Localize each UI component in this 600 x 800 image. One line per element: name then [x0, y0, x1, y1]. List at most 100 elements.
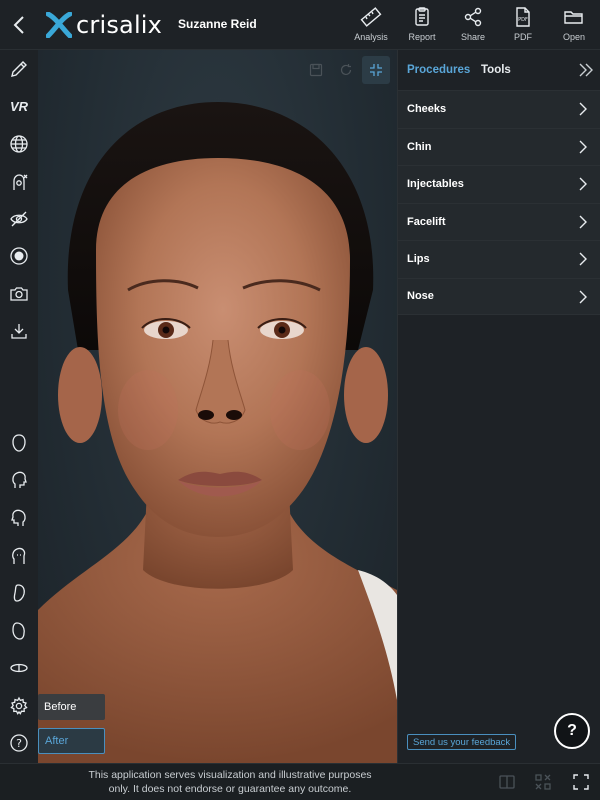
procedure-list: Cheeks Chin Injectables Facelift Lips No… — [398, 90, 600, 315]
chevron-right-icon — [579, 290, 587, 303]
split-view-button[interactable] — [497, 772, 517, 792]
analysis-label: Analysis — [354, 32, 388, 42]
report-button[interactable]: Report — [399, 6, 445, 46]
brand-name: crisalix — [76, 11, 163, 39]
settings-icon — [10, 696, 28, 715]
head-profile-icon — [11, 509, 26, 526]
edit-tool[interactable] — [7, 57, 31, 81]
procedure-label: Nose — [407, 290, 434, 303]
patient-name: Suzanne Reid — [178, 17, 257, 31]
head-rotate-view[interactable] — [7, 656, 31, 680]
layout-grid-icon — [535, 774, 551, 790]
fullscreen-button[interactable] — [571, 772, 591, 792]
save-view-button[interactable] — [302, 56, 330, 84]
face-model-image — [38, 102, 397, 763]
chevron-right-icon — [579, 215, 587, 228]
download-icon — [11, 324, 27, 339]
record-icon — [10, 247, 28, 265]
head-side-view[interactable] — [7, 468, 31, 492]
disclaimer-text: This application serves visualization an… — [70, 768, 390, 796]
camera-icon — [10, 287, 28, 301]
top-bar: crisalix Suzanne Reid Analysis Report Sh… — [0, 0, 600, 50]
refresh-icon — [340, 64, 352, 76]
chevron-left-icon — [13, 16, 24, 34]
download-tool[interactable] — [7, 319, 31, 343]
procedure-label: Injectables — [407, 178, 464, 191]
svg-text:PDF: PDF — [518, 17, 528, 23]
chevron-right-icon — [579, 102, 587, 116]
head-profile-view[interactable] — [7, 506, 31, 530]
help-icon: ? — [10, 734, 28, 752]
vr-icon: VR — [9, 98, 29, 114]
procedure-facelift[interactable]: Facelift — [398, 202, 600, 240]
pdf-file-icon: PDF — [516, 7, 530, 27]
share-icon — [464, 7, 482, 27]
ruler-icon — [360, 7, 382, 27]
share-button[interactable]: Share — [450, 6, 496, 46]
procedure-label: Cheeks — [407, 103, 447, 116]
procedure-chin[interactable]: Chin — [398, 127, 600, 165]
pencil-icon — [11, 61, 27, 77]
double-chevron-right-icon — [579, 63, 593, 77]
clipboard-icon — [415, 7, 429, 26]
back-button[interactable] — [6, 11, 32, 39]
globe-icon — [10, 135, 28, 153]
tab-procedures[interactable]: Procedures — [407, 64, 470, 76]
head-pose-view[interactable] — [7, 544, 31, 568]
folder-icon — [564, 11, 583, 24]
chevron-right-icon — [579, 140, 587, 153]
chevron-right-icon — [579, 177, 587, 191]
crisalix-x-icon — [46, 12, 72, 38]
chevron-right-icon — [579, 252, 587, 266]
feedback-button[interactable]: Send us your feedback — [407, 734, 517, 750]
3d-face-viewer[interactable]: Before After — [38, 50, 397, 763]
collapse-arrows-icon — [370, 64, 382, 76]
help-tool[interactable]: ? — [7, 731, 31, 755]
procedure-label: Chin — [407, 140, 432, 153]
head-front-icon — [12, 434, 26, 452]
eye-off-icon — [10, 211, 28, 227]
split-view-icon — [499, 775, 515, 789]
report-label: Report — [408, 32, 436, 42]
procedure-cheeks[interactable]: Cheeks — [398, 90, 600, 128]
panel-tabs: Procedures Tools — [398, 50, 600, 90]
open-label: Open — [562, 32, 586, 42]
reset-view-button[interactable] — [332, 56, 360, 84]
face-outline-icon — [13, 584, 25, 602]
head-side-icon — [12, 471, 27, 488]
help-button[interactable]: ? — [554, 713, 590, 749]
record-tool[interactable] — [7, 244, 31, 268]
vr-tool[interactable]: VR — [7, 94, 31, 118]
share-label: Share — [460, 32, 486, 42]
collapse-panel-button[interactable] — [577, 62, 595, 78]
head-pose-icon — [12, 547, 26, 564]
left-toolbar: VR ? — [0, 50, 38, 763]
save-icon — [309, 63, 323, 77]
svg-text:?: ? — [16, 737, 22, 750]
fullscreen-icon — [573, 774, 589, 790]
hide-tool[interactable] — [7, 207, 31, 231]
disclaimer-line-1: This application serves visualization an… — [88, 769, 372, 781]
crisalix-app: crisalix Suzanne Reid Analysis Report Sh… — [0, 0, 600, 800]
analysis-button[interactable]: Analysis — [348, 6, 394, 46]
pdf-button[interactable]: PDF PDF — [500, 6, 546, 46]
face-contour-view[interactable] — [7, 619, 31, 643]
head-front-view[interactable] — [7, 431, 31, 455]
face-outline-view[interactable] — [7, 581, 31, 605]
tab-tools[interactable]: Tools — [481, 64, 511, 76]
disclaimer-line-2: only. It does not endorse or guarantee a… — [108, 783, 352, 795]
procedure-injectables[interactable]: Injectables — [398, 165, 600, 203]
compare-view-button[interactable] — [362, 56, 390, 84]
settings-button[interactable] — [7, 694, 31, 718]
after-button[interactable]: After — [38, 728, 105, 754]
procedure-label: Lips — [407, 253, 430, 266]
globe-tool[interactable] — [7, 132, 31, 156]
head-tag-tool[interactable] — [7, 170, 31, 194]
open-button[interactable]: Open — [551, 6, 597, 46]
layout-toggle-button[interactable] — [533, 772, 553, 792]
camera-tool[interactable] — [7, 282, 31, 306]
before-button[interactable]: Before — [38, 694, 105, 720]
face-contour-icon — [12, 622, 25, 640]
procedure-nose[interactable]: Nose — [398, 277, 600, 315]
procedure-lips[interactable]: Lips — [398, 240, 600, 278]
